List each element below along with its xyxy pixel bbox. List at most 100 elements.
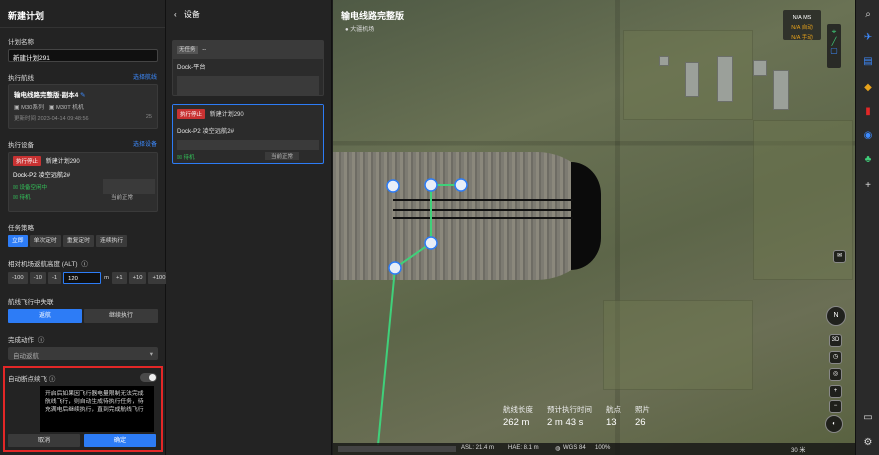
route-card[interactable]: 输电线路完整版-副本4 ✎ ▣ M30系列 ▣ M30T 机机 更新时间 202… <box>8 84 158 129</box>
device-state: 当前正常 <box>111 195 134 201</box>
device-list-header: ‹ 设备 <box>166 0 331 28</box>
layer-thumbnail[interactable]: ◐ <box>825 415 843 433</box>
scale-readout: 30 米 <box>791 448 806 454</box>
strategy-label: 任务策略 <box>8 225 34 232</box>
back-icon[interactable]: ‹ <box>174 10 177 19</box>
device-item-preview <box>177 76 319 96</box>
route-name: 输电线路完整版-副本4 <box>14 92 79 99</box>
hae-readout: HAE: 8.1 m <box>508 445 539 451</box>
device-item-preview <box>177 140 319 150</box>
strategy-repeat[interactable]: 重复定时 <box>62 235 95 247</box>
select-device-link[interactable]: 选择设备 <box>133 139 157 148</box>
device-card[interactable]: 执行停止 新建计划290 Dock-P2 凌空远航2# ☒ 设备空闲中 ☒ 待机… <box>8 152 158 212</box>
waypoint-marker <box>454 178 468 192</box>
stat-label: 照片 <box>635 405 650 414</box>
flight-route-line <box>377 184 461 446</box>
cancel-button[interactable]: 取消 <box>8 434 80 447</box>
lost-return-option[interactable]: 返航 <box>8 309 82 323</box>
search-icon[interactable]: ⌕ <box>862 9 874 21</box>
plan-name-input[interactable]: 新建计划291 <box>8 49 158 62</box>
altitude-label-text: 相对机场返航高度 (ALT) <box>8 261 78 268</box>
finish-action-select[interactable]: 自动返航 ▾ <box>8 347 158 360</box>
add-icon[interactable]: + <box>862 180 874 192</box>
select-route-link[interactable]: 选择航线 <box>133 72 157 81</box>
check-icon: ☒ <box>177 155 182 161</box>
briefcase-icon[interactable]: ▤ <box>862 56 874 68</box>
info-icon[interactable]: ⓘ <box>49 376 56 383</box>
stat-length: 航线长度 262 m <box>503 404 533 428</box>
edit-icon[interactable]: ✎ <box>80 92 85 99</box>
tree-icon[interactable]: ♣ <box>862 154 874 166</box>
altitude-controls: -100 -10 -1 120 m +1 +10 +100 <box>8 272 170 284</box>
map-route-subtitle-text: 大疆机场 <box>350 27 375 33</box>
alt-minus-10[interactable]: -10 <box>29 272 46 284</box>
alt-minus-1[interactable]: -1 <box>48 272 62 284</box>
map-view[interactable]: 输电线路完整版 ● 大疆机场 N/A MS N/A 自动 N/A 手动 ⌖ ╱ … <box>333 0 855 455</box>
device-item-name: Dock-P2 凌空远航2# <box>177 128 235 135</box>
nav-status-line: N/A 手动 <box>791 35 813 41</box>
device-list-panel: ‹ 设备 无任务 -- Dock-平台 执行停止 新建计划290 Dock-P2… <box>166 0 332 455</box>
waypoint-marker <box>386 179 400 193</box>
alt-plus-1[interactable]: +1 <box>112 272 127 284</box>
chevron-down-icon: ▾ <box>149 351 153 358</box>
user-icon: ● <box>345 27 349 33</box>
nav-status-line: N/A MS <box>792 15 812 21</box>
area-tool-icon[interactable]: ▢ <box>827 46 841 55</box>
plan-editor-panel: 新建计划 计划名称 新建计划291 执行航线 选择航线 输电线路完整版-副本4 … <box>0 0 170 455</box>
stat-value: 26 <box>635 417 646 428</box>
message-icon[interactable]: ✉ <box>833 250 846 263</box>
device-item-name: Dock-平台 <box>177 64 206 71</box>
confirm-button[interactable]: 确定 <box>84 434 156 447</box>
zoom-out-button[interactable]: − <box>829 400 842 413</box>
device-plan: 新建计划290 <box>45 159 80 165</box>
alt-minus-100[interactable]: -100 <box>8 272 28 284</box>
device-item-plan: 新建计划290 <box>209 112 244 118</box>
device-status-standby: 待机 <box>19 195 31 201</box>
map-route-title: 输电线路完整版 <box>341 11 405 21</box>
stat-value: 13 <box>606 417 617 428</box>
auto-resume-toggle[interactable] <box>140 373 157 382</box>
3d-toggle-button[interactable]: 3D <box>829 334 842 347</box>
elevation-strip <box>338 446 456 452</box>
nav-status-box: N/A MS N/A 自动 N/A 手动 <box>783 10 821 41</box>
map-tools: ⌖ ╱ ▢ <box>827 24 841 68</box>
info-icon[interactable]: ⓘ <box>81 261 88 268</box>
strategy-continuous[interactable]: 连续执行 <box>96 235 128 247</box>
outlook-icon[interactable]: ◉ <box>862 130 874 142</box>
auto-resume-label-text: 自动断点续飞 <box>8 376 47 383</box>
device-item-selected[interactable]: 执行停止 新建计划290 Dock-P2 凌空远航2# ☒ 待机 当前正常 <box>172 104 324 164</box>
info-icon[interactable]: ⓘ <box>38 337 45 344</box>
finish-action-label-text: 完成动作 <box>8 337 34 344</box>
stat-label: 预计执行时间 <box>547 405 592 414</box>
line-tool-icon[interactable]: ╱ <box>827 37 841 46</box>
stat-value: 2 m 43 s <box>547 417 584 428</box>
lost-continue-option[interactable]: 继续执行 <box>84 309 158 323</box>
route-extra: 25 <box>145 114 152 120</box>
altitude-input[interactable]: 120 <box>63 272 102 284</box>
zoom-in-button[interactable]: + <box>829 385 842 398</box>
panel-icon[interactable]: ▭ <box>862 412 874 424</box>
nav-status-line: N/A 自动 <box>791 25 813 31</box>
waypoint-marker <box>424 236 438 250</box>
plane-icon[interactable]: ✈ <box>862 32 874 44</box>
strategy-once[interactable]: 单次定时 <box>29 235 61 247</box>
chat-icon[interactable]: ◆ <box>862 82 874 94</box>
plan-name-label: 计划名称 <box>8 39 34 46</box>
app-icon[interactable]: ▮ <box>862 106 874 118</box>
compass-button[interactable]: N <box>826 306 846 326</box>
alt-plus-10[interactable]: +10 <box>128 272 147 284</box>
stat-label: 航线长度 <box>503 405 533 414</box>
panel-title: 新建计划 <box>0 0 165 28</box>
settings-icon[interactable]: ⚙ <box>862 437 874 449</box>
route-overlay <box>377 178 573 446</box>
stat-label: 航点 <box>606 405 621 414</box>
device-status-tag: 执行停止 <box>13 156 42 166</box>
device-item[interactable]: 无任务 -- Dock-平台 <box>172 40 324 96</box>
strategy-immediate[interactable]: 立即 <box>8 235 28 247</box>
route-stats: 航线长度 262 m 预计执行时间 2 m 43 s 航点 13 照片 26 <box>503 404 650 428</box>
auto-resume-label: 自动断点续飞 ⓘ <box>8 373 55 383</box>
pin-icon[interactable]: ⌖ <box>827 27 841 37</box>
locate-icon[interactable]: ◎ <box>829 368 842 381</box>
device-dock-name: Dock-P2 凌空远航2# <box>13 172 71 179</box>
clock-icon[interactable]: ◷ <box>829 351 842 364</box>
